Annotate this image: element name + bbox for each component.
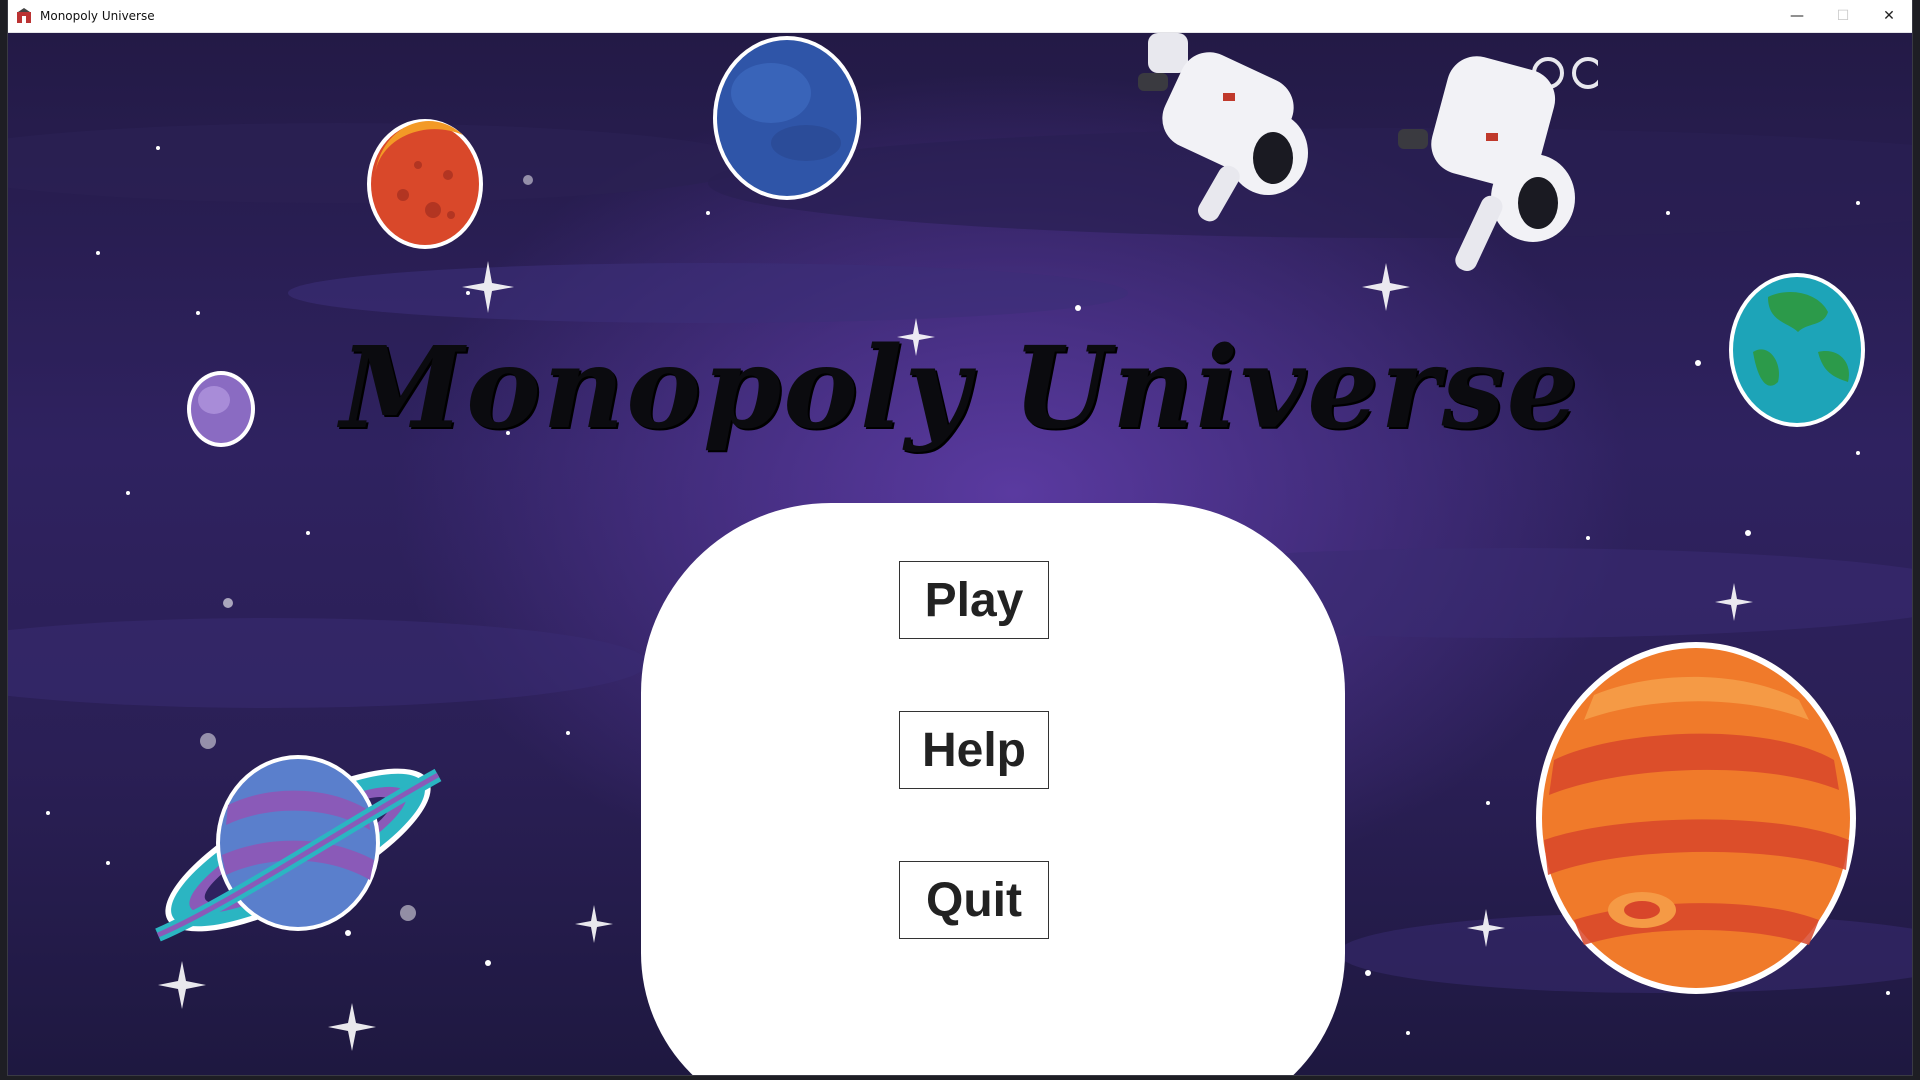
astronaut-icon [1398, 56, 1598, 272]
window-title: Monopoly Universe [40, 9, 155, 23]
ringed-planet-icon [155, 755, 442, 942]
title-bar[interactable]: Monopoly Universe — ☐ ✕ [8, 0, 1912, 33]
app-icon [17, 8, 31, 23]
game-canvas: Monopoly Universe Play Help Quit [8, 33, 1912, 1075]
close-button[interactable]: ✕ [1866, 0, 1912, 32]
play-button[interactable]: Play [899, 561, 1049, 639]
astronaut-icon [1138, 33, 1308, 222]
quit-button[interactable]: Quit [899, 861, 1049, 939]
game-title: Monopoly Universe [340, 323, 1580, 454]
blue-planet-icon [713, 36, 861, 200]
help-button[interactable]: Help [899, 711, 1049, 789]
jupiter-planet-icon [1536, 642, 1856, 994]
minimize-button[interactable]: — [1774, 0, 1820, 32]
window-controls: — ☐ ✕ [1774, 0, 1912, 32]
maximize-button[interactable]: ☐ [1820, 0, 1866, 32]
app-window: Monopoly Universe — ☐ ✕ Monopoly Univers… [8, 0, 1912, 1075]
orange-planet-icon [367, 119, 483, 249]
